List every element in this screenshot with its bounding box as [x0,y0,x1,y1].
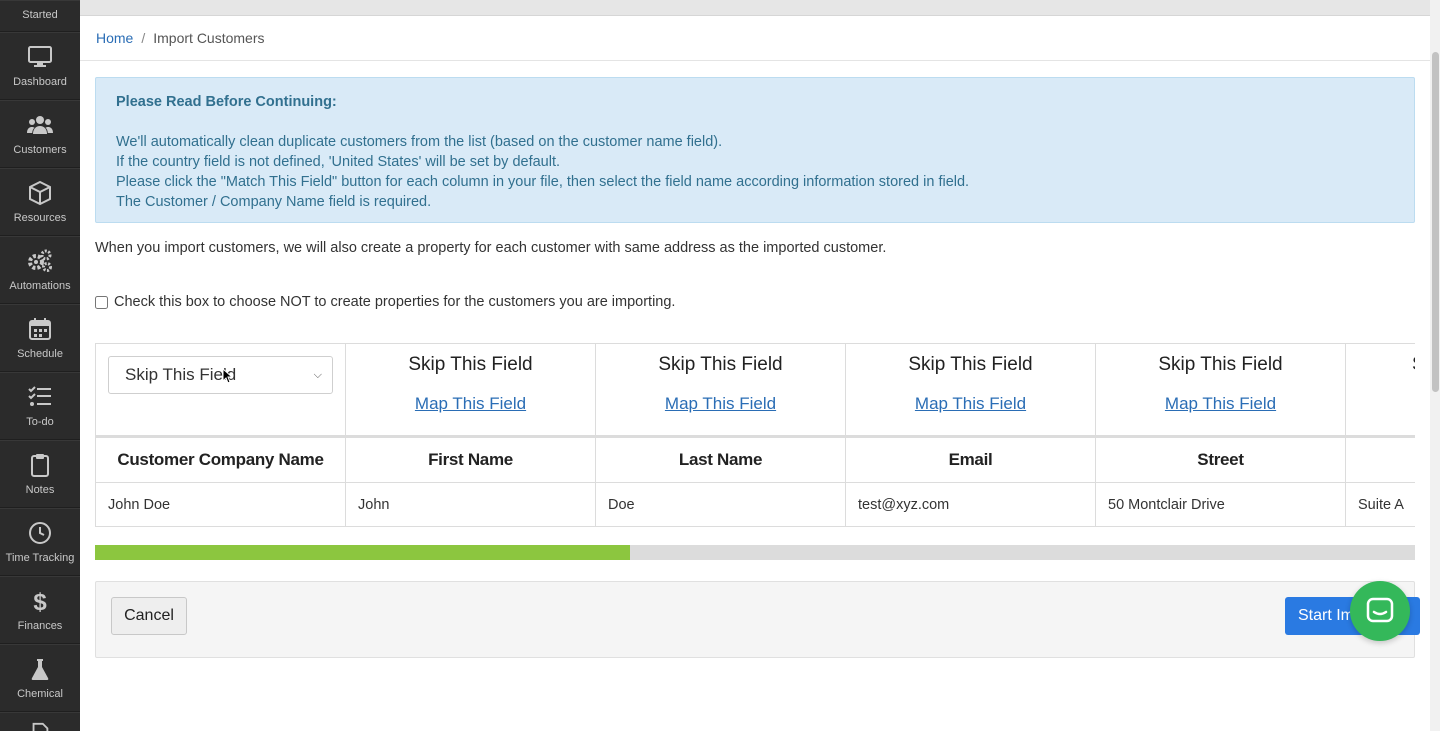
breadcrumb: Home / Import Customers [80,16,1430,61]
mouse-cursor-icon [222,368,232,384]
table-cell: John [345,482,596,527]
map-field-link[interactable]: Map This Field [1165,394,1276,413]
sidebar-item-label: Notes [25,484,55,496]
sidebar-item-finances[interactable]: $ Finances [0,576,80,644]
progress-fill [95,545,630,560]
sidebar-item-label: Started [22,9,58,21]
sidebar-item-schedule[interactable]: Schedule [0,304,80,372]
skip-properties-checkbox[interactable] [95,295,108,309]
sidebar-item-customers[interactable]: Customers [0,100,80,168]
breadcrumb-current: Import Customers [153,30,265,46]
property-note: When you import customers, we will also … [95,240,887,256]
column-header: Email [845,435,1096,483]
skip-properties-label: Check this box to choose NOT to create p… [114,294,676,310]
gears-icon [28,249,52,272]
chat-icon [1366,597,1394,623]
alert-line: The Customer / Company Name field is req… [116,194,432,210]
column-header: Last Name [595,435,846,483]
sidebar-item-label: Finances [17,620,63,632]
clipboard-icon [31,454,49,477]
column-header: First Name [345,435,596,483]
breadcrumb-home-link[interactable]: Home [96,30,133,46]
alert-line: Please click the "Match This Field" butt… [116,174,970,190]
table-cell: John Doe [95,482,346,527]
mapping-cell: Skip This Field ⌵ [95,343,346,437]
map-field-link[interactable]: Map This Field [915,394,1026,413]
alert-line: We'll automatically clean duplicate cust… [116,134,723,150]
checklist-icon [28,386,51,406]
sidebar-item-label: Dashboard [13,76,67,88]
sidebar: Started Dashboard Customers Resources Au… [0,0,80,731]
sidebar-item-label: Chemical [17,688,63,700]
alert-title: Please Read Before Continuing: [116,94,337,110]
table-row: John Doe John Doe test@xyz.com 50 Montcl… [95,482,1415,527]
mapping-cell: S [1345,343,1415,437]
chevron-down-icon: ⌵ [313,368,322,381]
box-icon [29,180,51,206]
calendar-icon [29,318,51,340]
monitor-icon [28,46,52,67]
table-cell: test@xyz.com [845,482,1096,527]
skip-field-label: Skip This Field [908,354,1033,375]
import-progress-bar [95,545,1415,560]
skip-properties-option[interactable]: Check this box to choose NOT to create p… [95,294,675,310]
header-row: Customer Company Name First Name Last Na… [95,435,1415,483]
scrollbar-thumb[interactable] [1432,52,1439,392]
sidebar-item-label: To-do [26,416,54,428]
clock-icon [29,522,51,544]
sidebar-item-label: Automations [9,280,71,292]
table-cell: 50 Montclair Drive [1095,482,1346,527]
sidebar-item-resources[interactable]: Resources [0,168,80,236]
sidebar-item-chemical[interactable]: Chemical [0,644,80,712]
alert-line: If the country field is not defined, 'Un… [116,154,561,170]
flask-icon [31,659,49,680]
sidebar-item-todo[interactable]: To-do [0,372,80,440]
top-bar [80,0,1430,16]
page-scrollbar[interactable] [1430,0,1440,731]
sidebar-item-more[interactable] [0,712,80,731]
breadcrumb-separator: / [141,30,146,46]
sidebar-item-label: Resources [13,212,67,224]
info-alert: Please Read Before Continuing: We'll aut… [95,77,1415,223]
mapping-cell: Skip This Field Map This Field [845,343,1096,437]
mapping-cell: Skip This Field Map This Field [595,343,846,437]
table-cell: Suite A [1345,482,1415,527]
document-icon [32,722,49,731]
skip-field-label: Skip This Field [1158,354,1283,375]
sidebar-item-dashboard[interactable]: Dashboard [0,32,80,100]
sidebar-item-notes[interactable]: Notes [0,440,80,508]
map-field-link[interactable]: Map This Field [415,394,526,413]
chat-launcher-button[interactable] [1350,581,1410,641]
sidebar-item-label: Schedule [17,348,63,360]
skip-field-label: Skip This Field [408,354,533,375]
field-select[interactable]: Skip This Field ⌵ [108,356,333,394]
column-header [1345,435,1415,483]
mapping-row: Skip This Field ⌵ Skip This Field Map Th… [95,343,1415,437]
skip-field-label-partial: S [1412,354,1415,376]
mapping-cell: Skip This Field Map This Field [1095,343,1346,437]
sidebar-item-started[interactable]: Started [0,0,80,32]
sidebar-item-time-tracking[interactable]: Time Tracking [0,508,80,576]
users-icon [27,116,53,134]
action-footer: Cancel Start Im [95,581,1420,658]
skip-field-label: Skip This Field [658,354,783,375]
column-header: Customer Company Name [95,435,346,483]
svg-text:$: $ [33,589,47,614]
sidebar-item-label: Customers [13,144,67,156]
sidebar-item-automations[interactable]: Automations [0,236,80,304]
table-cell: Doe [595,482,846,527]
dollar-icon: $ [33,589,47,614]
field-select-value: Skip This Field [125,365,237,384]
sidebar-item-label: Time Tracking [5,552,75,564]
column-header: Street [1095,435,1346,483]
main-content: Home / Import Customers Please Read Befo… [80,0,1430,731]
field-mapping-table: Skip This Field ⌵ Skip This Field Map Th… [95,343,1415,529]
cancel-button[interactable]: Cancel [111,597,187,635]
map-field-link[interactable]: Map This Field [665,394,776,413]
mapping-cell: Skip This Field Map This Field [345,343,596,437]
